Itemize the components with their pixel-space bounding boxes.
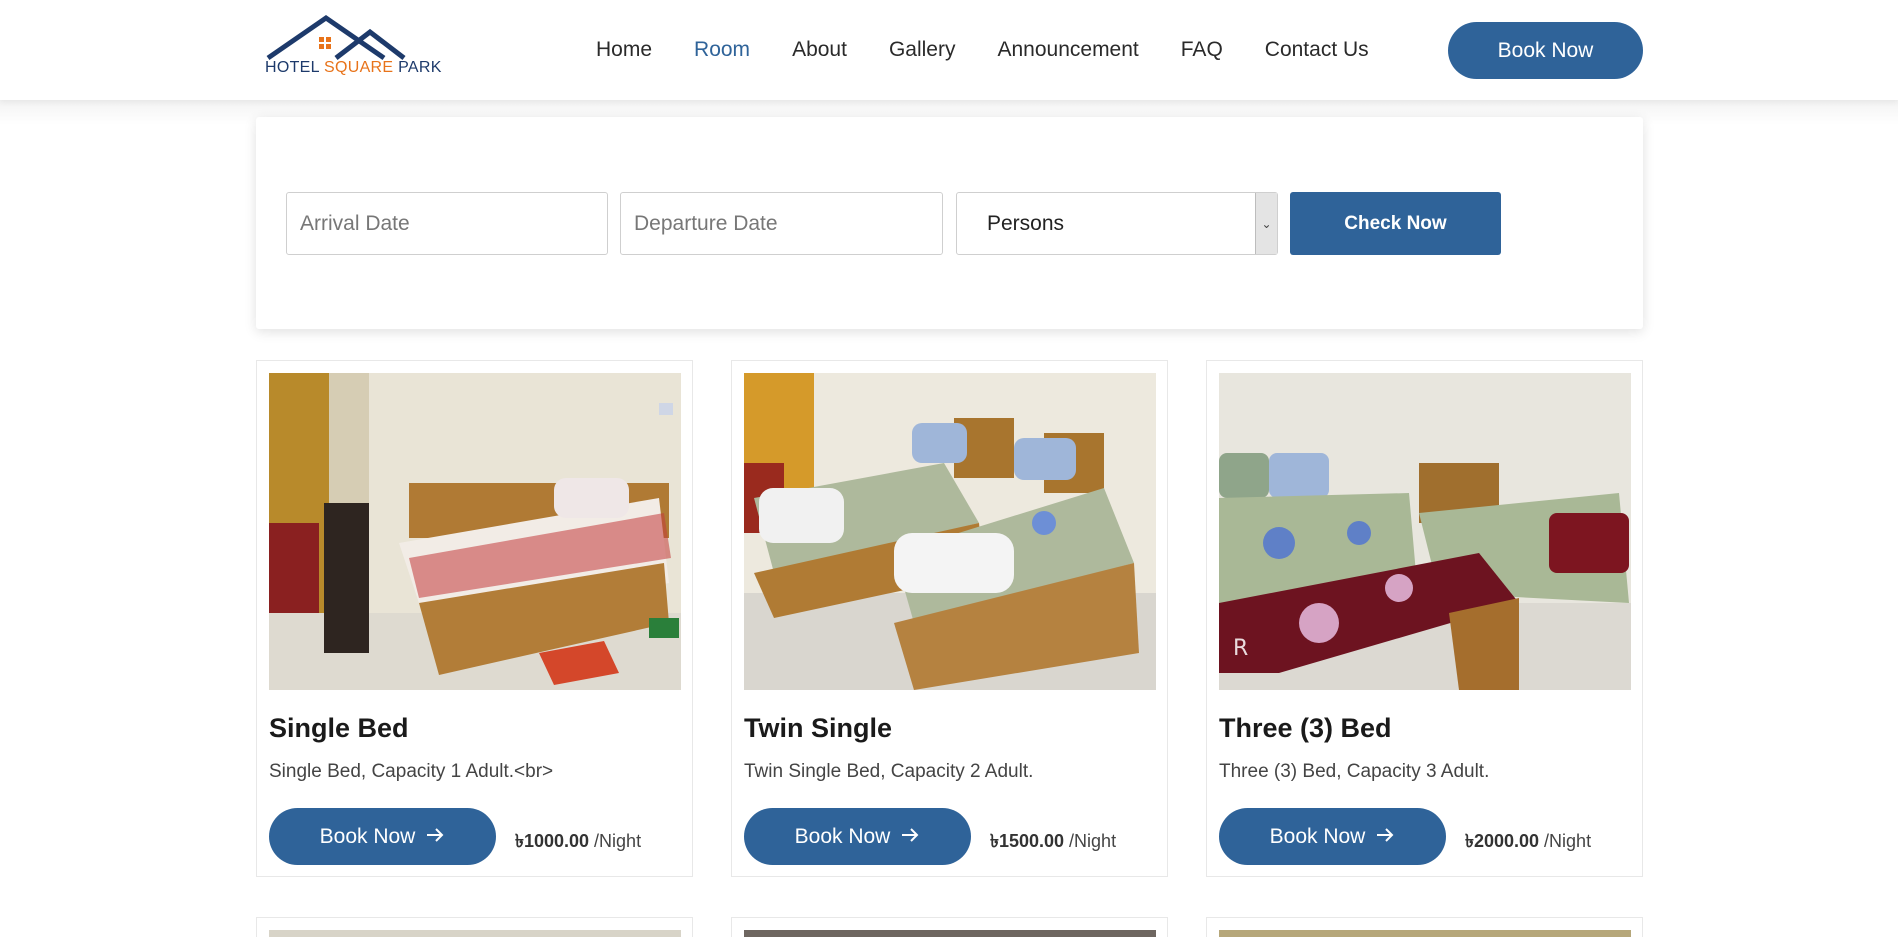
persons-select[interactable]: Persons ⌄ xyxy=(956,192,1278,255)
room-card-twin-single: Twin Single Twin Single Bed, Capacity 2 … xyxy=(731,360,1168,877)
house-roofs-logo-icon xyxy=(266,14,406,61)
room-photo-partial[interactable] xyxy=(1219,930,1631,937)
room-photo-single-bed[interactable] xyxy=(269,373,681,690)
price-unit: /Night xyxy=(594,831,642,851)
nav-gallery[interactable]: Gallery xyxy=(889,38,956,62)
departure-date-input[interactable]: Departure Date xyxy=(620,192,943,255)
room-description: Twin Single Bed, Capacity 2 Adult. xyxy=(744,761,1034,782)
booking-form: Arrival Date Departure Date Persons ⌄ Ch… xyxy=(256,117,1643,329)
single-bed-photo xyxy=(269,373,681,690)
room-photo-partial[interactable] xyxy=(269,930,681,937)
header-book-now-button[interactable]: Book Now xyxy=(1448,22,1643,79)
room-photo-three-bed[interactable]: R xyxy=(1219,373,1631,690)
book-now-label: Book Now xyxy=(319,824,416,848)
room-card-partial xyxy=(1206,917,1643,937)
nav-home[interactable]: Home xyxy=(596,38,652,62)
logo-word-hotel: HOTEL xyxy=(265,59,320,76)
hotel-logo[interactable]: HOTEL SQUARE PARK xyxy=(264,14,441,84)
book-now-label: Book Now xyxy=(794,824,891,848)
room-title: Single Bed xyxy=(269,713,409,743)
logo-text: HOTEL SQUARE PARK xyxy=(265,59,442,77)
nav-faq[interactable]: FAQ xyxy=(1181,38,1223,62)
arrival-date-input[interactable]: Arrival Date xyxy=(286,192,608,255)
book-now-button[interactable]: Book Now xyxy=(269,808,496,865)
book-now-label: Book Now xyxy=(1269,824,1366,848)
room-title: Twin Single xyxy=(744,713,892,743)
room-card-three-bed: R Three (3) Bed Three (3) Bed, Capacity … xyxy=(1206,360,1643,877)
site-header: HOTEL SQUARE PARK Home Room About Galler… xyxy=(0,0,1898,100)
persons-select-value: Persons xyxy=(987,211,1065,235)
arrow-right-icon xyxy=(900,825,920,849)
room-card-single-bed: Single Bed Single Bed, Capacity 1 Adult.… xyxy=(256,360,693,877)
svg-text:R: R xyxy=(1233,636,1248,661)
room-price: ৳1000.00 /Night xyxy=(515,827,641,858)
nav-contact-us[interactable]: Contact Us xyxy=(1265,38,1369,62)
main-nav: Home Room About Gallery Announcement FAQ… xyxy=(596,22,1411,78)
price-unit: /Night xyxy=(1544,831,1592,851)
chevron-down-icon[interactable]: ⌄ xyxy=(1255,193,1277,254)
logo-word-square: SQUARE xyxy=(324,59,394,76)
room-description: Three (3) Bed, Capacity 3 Adult. xyxy=(1219,761,1490,782)
room-price: ৳1500.00 /Night xyxy=(990,827,1116,858)
price-amount: ৳1500.00 xyxy=(990,831,1065,851)
room-photo-partial[interactable] xyxy=(744,930,1156,937)
arrow-right-icon xyxy=(1375,825,1395,849)
three-bed-photo: R xyxy=(1219,373,1631,690)
book-now-button[interactable]: Book Now xyxy=(1219,808,1446,865)
room-price: ৳2000.00 /Night xyxy=(1465,827,1591,858)
price-amount: ৳2000.00 xyxy=(1465,831,1540,851)
book-now-button[interactable]: Book Now xyxy=(744,808,971,865)
room-title: Three (3) Bed xyxy=(1219,713,1392,743)
room-card-partial xyxy=(731,917,1168,937)
arrow-right-icon xyxy=(425,825,445,849)
room-photo-twin-single[interactable] xyxy=(744,373,1156,690)
room-card-partial xyxy=(256,917,693,937)
check-now-button[interactable]: Check Now xyxy=(1290,192,1501,255)
nav-about[interactable]: About xyxy=(792,38,847,62)
nav-room[interactable]: Room xyxy=(694,38,750,62)
room-description: Single Bed, Capacity 1 Adult.<br> xyxy=(269,761,554,782)
twin-single-photo xyxy=(744,373,1156,690)
logo-word-park: PARK xyxy=(398,59,442,76)
price-amount: ৳1000.00 xyxy=(515,831,590,851)
nav-announcement[interactable]: Announcement xyxy=(997,38,1138,62)
price-unit: /Night xyxy=(1069,831,1117,851)
